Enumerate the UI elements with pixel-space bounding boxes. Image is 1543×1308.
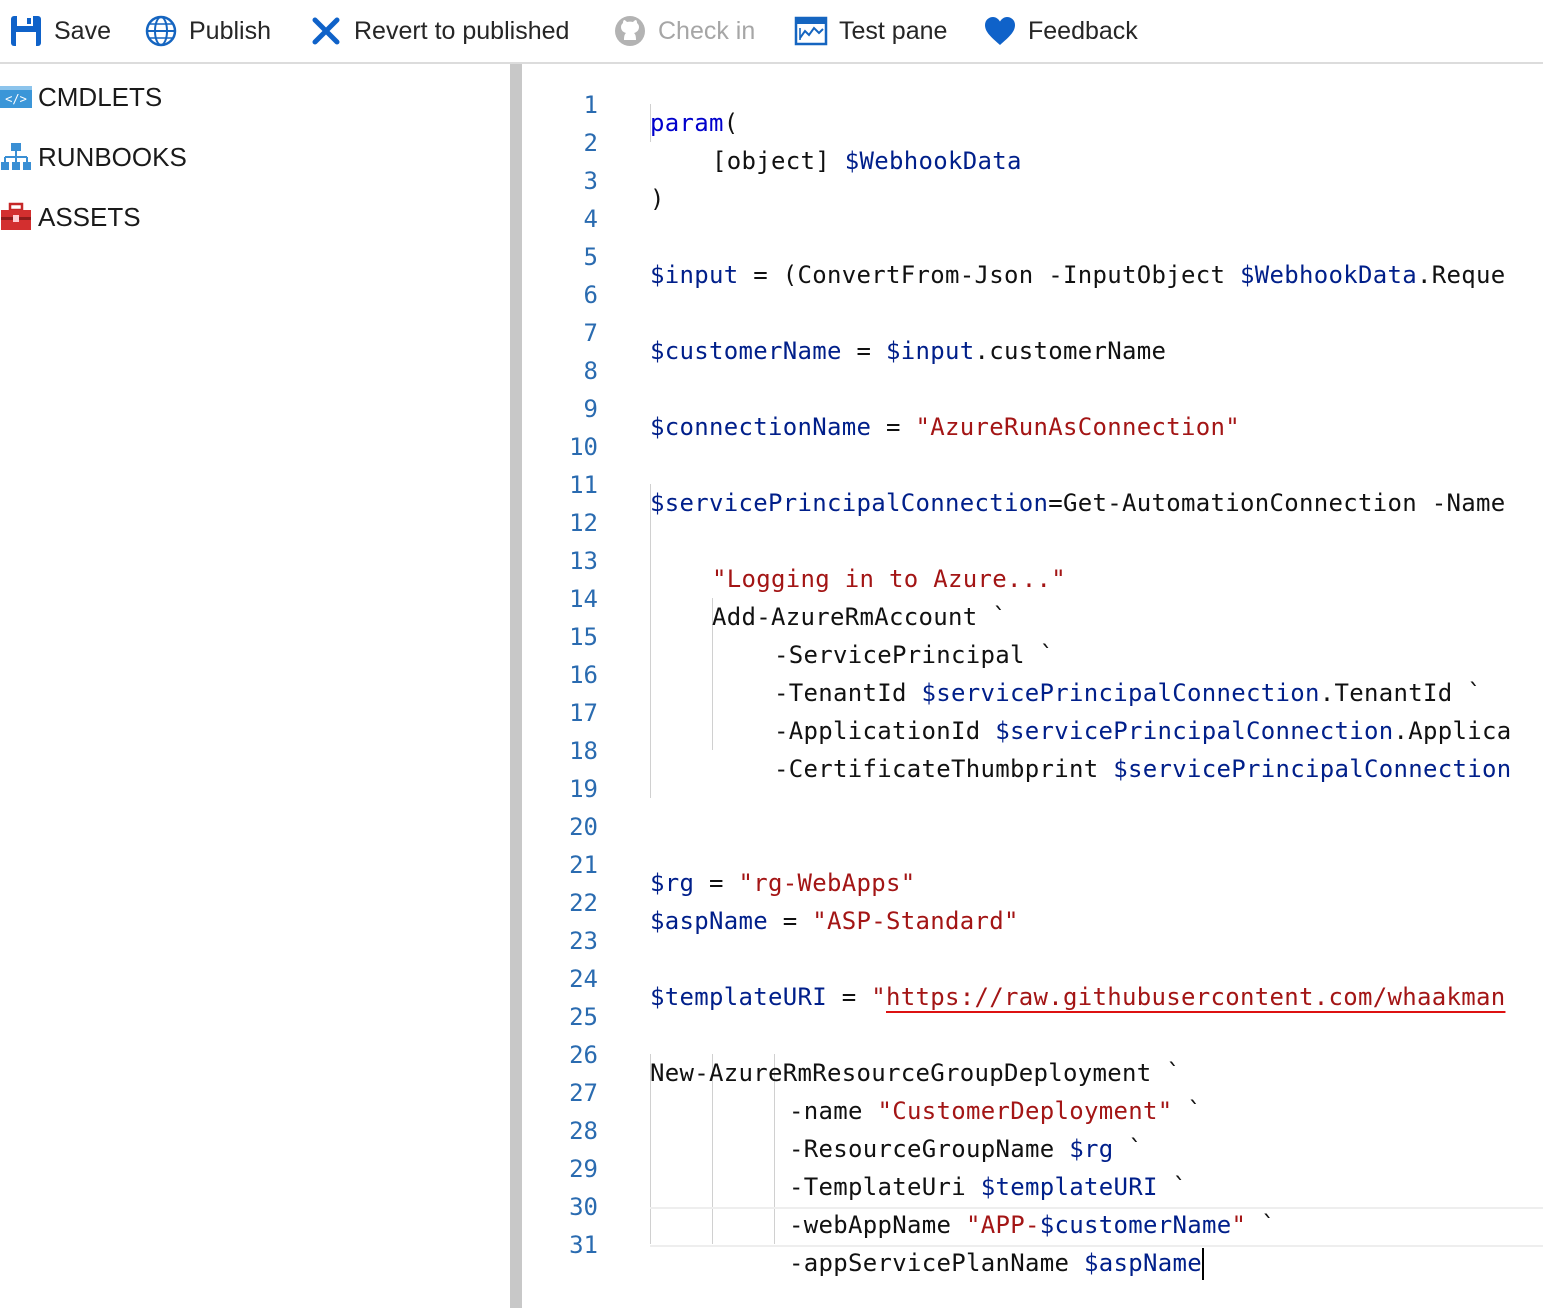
code-line: 11 $servicePrincipalConnection=Get-Autom… [522,448,1543,517]
github-icon [612,13,648,49]
library-sidebar: </> CMDLETS RUNBOOKS ASSETS [0,64,510,1308]
code-icon: </> [0,81,32,113]
code-line: 9 $connectionName = "AzureRunAsConnectio… [522,372,1543,441]
variable: $aspName [1083,1249,1202,1277]
test-pane-label: Test pane [839,16,948,45]
save-icon [8,13,44,49]
code-text: -appServicePlanName $aspName [789,1244,1204,1282]
code-line: 2 [object] $WebhookData [522,106,1543,175]
save-label: Save [54,16,111,45]
text-cursor [1201,1248,1204,1280]
code-line: 7 $customerName = $input.customerName [522,296,1543,365]
code-line: 28 -ResourceGroupName $rg ` [522,1094,1543,1163]
code-line: 21 $rg = "rg-WebApps" [522,828,1543,897]
sidebar-item-cmdlets[interactable]: </> CMDLETS [0,77,162,117]
check-in-label: Check in [658,16,756,45]
save-button[interactable]: Save [8,0,111,62]
sidebar-item-label: CMDLETS [38,81,163,112]
code-line: 3 ) [522,144,1543,213]
sidebar-item-assets[interactable]: ASSETS [0,197,141,237]
code-line: 4 [522,182,1543,233]
code-line: 6 [522,258,1543,309]
code-editor[interactable]: 1 param( 2 [object] $WebhookData 3 ) 4 5… [522,64,1543,1308]
code-line: 17 -ApplicationId $servicePrincipalConne… [522,676,1543,745]
code-line: 22 $aspName = "ASP-Standard" [522,866,1543,935]
heart-icon [982,13,1018,49]
line-number: 31 [569,1231,598,1259]
code-line: 18 -CertificateThumbprint $servicePrinci… [522,714,1543,783]
code-line: 5 $input = (ConvertFrom-Json -InputObjec… [522,220,1543,289]
code-line: 25 [522,980,1543,1031]
sidebar-item-label: RUNBOOKS [38,141,187,172]
code-line: 30 -webAppName "APP-$customerName" ` [522,1170,1543,1239]
code-token: -appServicePlanName [789,1249,1084,1277]
code-line: 14 Add-AzureRmAccount ` [522,562,1543,631]
code-line: 13 "Logging in to Azure..." [522,524,1543,593]
code-line: 8 [522,334,1543,385]
command-bar: Save Publish Revert to published Check i… [0,0,1543,64]
code-line: 26 New-AzureRmResourceGroupDeployment ` [522,1018,1543,1087]
code-line: 29 -TemplateUri $templateURI ` [522,1132,1543,1201]
close-icon [308,13,344,49]
code-line: 27 -name "CustomerDeployment" ` [522,1056,1543,1125]
toolbox-icon [0,201,32,233]
code-line: 24 $templateURI = "https://raw.githubuse… [522,942,1543,1011]
sidebar-item-runbooks[interactable]: RUNBOOKS [0,137,187,177]
revert-to-published-button[interactable]: Revert to published [308,0,569,62]
check-in-button[interactable]: Check in [612,0,755,62]
test-pane-button[interactable]: Test pane [793,0,947,62]
publish-label: Publish [189,16,271,45]
globe-icon [143,13,179,49]
svg-text:</>: </> [5,92,27,106]
code-line: 12 [522,486,1543,537]
test-pane-icon [793,13,829,49]
code-line: 16 -TenantId $servicePrincipalConnection… [522,638,1543,707]
feedback-label: Feedback [1028,16,1138,45]
revert-label: Revert to published [354,16,570,45]
code-line: 1 param( [522,68,1543,137]
code-line: 23 [522,904,1543,955]
sidebar-item-label: ASSETS [38,201,141,232]
code-line: 19 [522,752,1543,803]
code-line: 31 -appServicePlanName $aspName [522,1208,1543,1280]
code-line: 15 -ServicePrincipal ` [522,600,1543,669]
publish-button[interactable]: Publish [143,0,271,62]
pane-splitter[interactable] [510,64,522,1308]
code-line: 20 [522,790,1543,841]
code-line: 10 [522,410,1543,461]
feedback-button[interactable]: Feedback [982,0,1138,62]
hierarchy-icon [0,141,32,173]
